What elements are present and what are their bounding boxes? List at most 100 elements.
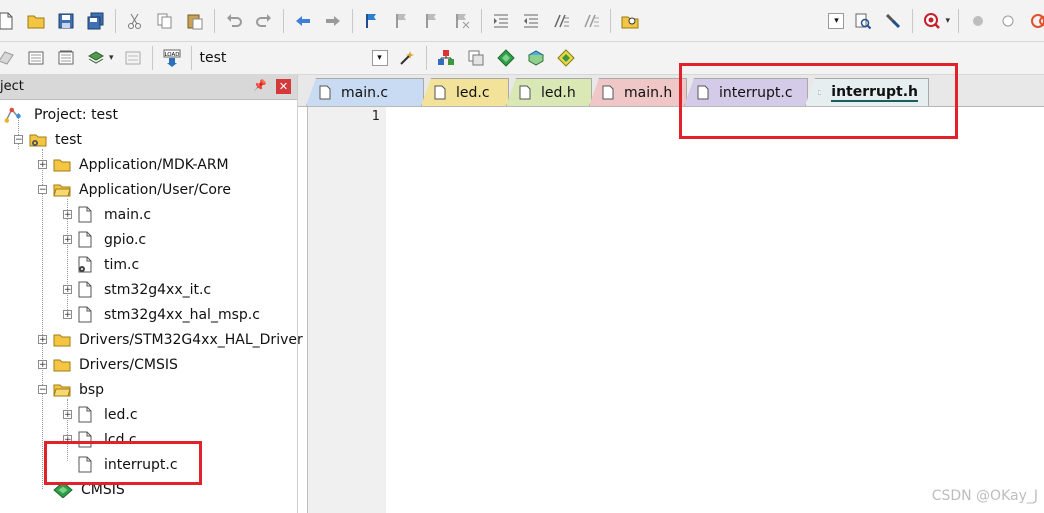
code-editor[interactable]: 1 [307, 107, 1044, 513]
folder-open-icon [53, 184, 71, 196]
cut-icon[interactable] [123, 9, 147, 33]
expand-icon[interactable]: + [38, 160, 47, 170]
tree-item-label: Project: test [34, 106, 118, 123]
download-load-icon[interactable]: LOAD [160, 46, 184, 70]
tree-item-stm32g4xx-it-c[interactable]: + stm32g4xx_it.c [63, 277, 211, 302]
comment-icon[interactable] [549, 9, 573, 33]
collapse-icon[interactable]: − [38, 385, 47, 395]
unindent-icon[interactable] [519, 9, 543, 33]
batch-build-icon[interactable] [84, 46, 108, 70]
folder-icon [53, 359, 71, 371]
expand-icon[interactable]: + [38, 360, 47, 370]
expand-icon[interactable]: + [63, 210, 72, 220]
close-icon[interactable]: ✕ [276, 79, 291, 94]
new-file-icon[interactable] [0, 9, 18, 33]
tab-main-h[interactable]: main.h [589, 78, 687, 106]
code-text-area[interactable] [386, 107, 1044, 513]
expand-icon[interactable]: + [63, 285, 72, 295]
bookmark-clear-icon[interactable] [450, 9, 474, 33]
svg-text:LOAD: LOAD [164, 52, 179, 58]
collapse-icon[interactable]: − [38, 185, 47, 195]
save-all-icon[interactable] [84, 9, 108, 33]
tree-item-label: tim.c [104, 256, 140, 273]
target-folder-icon [29, 134, 47, 146]
tree-item-gpio-c[interactable]: + gpio.c [63, 227, 146, 252]
find-in-files-icon[interactable] [618, 9, 642, 33]
pin-icon[interactable]: 📌 [253, 79, 267, 93]
file-icon [78, 281, 92, 298]
file-icon [319, 85, 331, 100]
tree-item-drivers-hal[interactable]: + Drivers/STM32G4xx_HAL_Driver [38, 327, 303, 352]
batch-dropdown-icon[interactable]: ▾ [109, 53, 114, 63]
select-packs-icon[interactable] [554, 46, 578, 70]
highlight-box-interrupt-c [44, 441, 202, 485]
tree-item-label: test [55, 131, 82, 148]
tree-item-target-test[interactable]: − test [14, 127, 82, 152]
uncomment-icon[interactable] [579, 9, 603, 33]
undo-icon[interactable] [222, 9, 246, 33]
tree-item-project[interactable]: Project: test [4, 102, 118, 127]
tree-item-application-user-core[interactable]: − Application/User/Core [38, 177, 231, 202]
debug-dropdown-icon[interactable]: ▾ [945, 16, 950, 26]
tree-item-label: led.c [104, 406, 138, 423]
rebuild-icon[interactable] [54, 46, 78, 70]
target-dropdown[interactable]: ▾ [371, 50, 388, 66]
folder-icon [53, 334, 71, 346]
file-gear-icon [78, 256, 92, 273]
project-panel: oject 📌 ✕ Project: test − test + Applica… [0, 75, 303, 513]
insert-breakpoint-icon[interactable] [966, 9, 990, 33]
find-combo-dropdown[interactable]: ▾ [828, 12, 845, 29]
line-number: 1 [371, 109, 380, 124]
bookmark-toggle-icon[interactable] [360, 9, 384, 33]
build-icon[interactable] [24, 46, 48, 70]
highlight-box-tabs [679, 63, 958, 139]
open-folder-icon[interactable] [24, 9, 48, 33]
tab-led-c[interactable]: led.c [421, 78, 509, 106]
redo-icon[interactable] [252, 9, 276, 33]
project-panel-title: oject [0, 79, 24, 94]
copy-icon[interactable] [153, 9, 177, 33]
stop-build-icon[interactable] [121, 46, 145, 70]
expand-icon[interactable]: + [38, 335, 47, 345]
tab-led-h[interactable]: led.h [506, 78, 592, 106]
expand-icon[interactable]: + [63, 310, 72, 320]
tree-item-tim-c[interactable]: tim.c [63, 252, 139, 277]
debug-session-icon[interactable] [920, 9, 944, 33]
tab-label: led.c [456, 84, 490, 101]
disable-breakpoints-icon[interactable] [1026, 9, 1044, 33]
manage-project-items-icon[interactable] [434, 46, 458, 70]
tree-item-application-mdk-arm[interactable]: + Application/MDK-ARM [38, 152, 229, 177]
tree-item-label: gpio.c [104, 231, 147, 248]
tree-item-label: Drivers/STM32G4xx_HAL_Driver [79, 331, 303, 348]
bookmark-prev-icon[interactable] [390, 9, 414, 33]
navigate-back-icon[interactable] [291, 9, 315, 33]
bookmark-next-icon[interactable] [420, 9, 444, 33]
find-icon[interactable] [851, 9, 875, 33]
indent-icon[interactable] [489, 9, 513, 33]
tree-item-main-c[interactable]: + main.c [63, 202, 151, 227]
file-icon [434, 85, 446, 100]
tree-item-stm32g4xx-hal-msp-c[interactable]: + stm32g4xx_hal_msp.c [63, 302, 260, 327]
expand-icon[interactable]: + [63, 235, 72, 245]
tree-item-label: Application/User/Core [79, 181, 231, 198]
translate-icon[interactable] [0, 46, 18, 70]
incremental-find-icon[interactable] [881, 9, 905, 33]
file-icon [78, 206, 92, 223]
navigate-forward-icon[interactable] [321, 9, 345, 33]
enable-breakpoint-icon[interactable] [996, 9, 1020, 33]
tree-item-bsp[interactable]: − bsp [38, 377, 104, 402]
paste-icon[interactable] [183, 9, 207, 33]
tree-item-label: Application/MDK-ARM [79, 156, 229, 173]
folder-open-icon [53, 384, 71, 396]
expand-icon[interactable]: + [63, 410, 72, 420]
pack-installer-icon[interactable] [524, 46, 548, 70]
manage-rte-icon[interactable] [494, 46, 518, 70]
tree-item-drivers-cmsis[interactable]: + Drivers/CMSIS [38, 352, 178, 377]
target-name[interactable]: test [200, 50, 360, 66]
collapse-icon[interactable]: − [14, 135, 23, 145]
save-icon[interactable] [54, 9, 78, 33]
target-options-icon[interactable] [395, 46, 419, 70]
tree-item-led-c[interactable]: + led.c [63, 402, 138, 427]
file-extensions-icon[interactable] [464, 46, 488, 70]
tab-main-c[interactable]: main.c [306, 78, 424, 106]
